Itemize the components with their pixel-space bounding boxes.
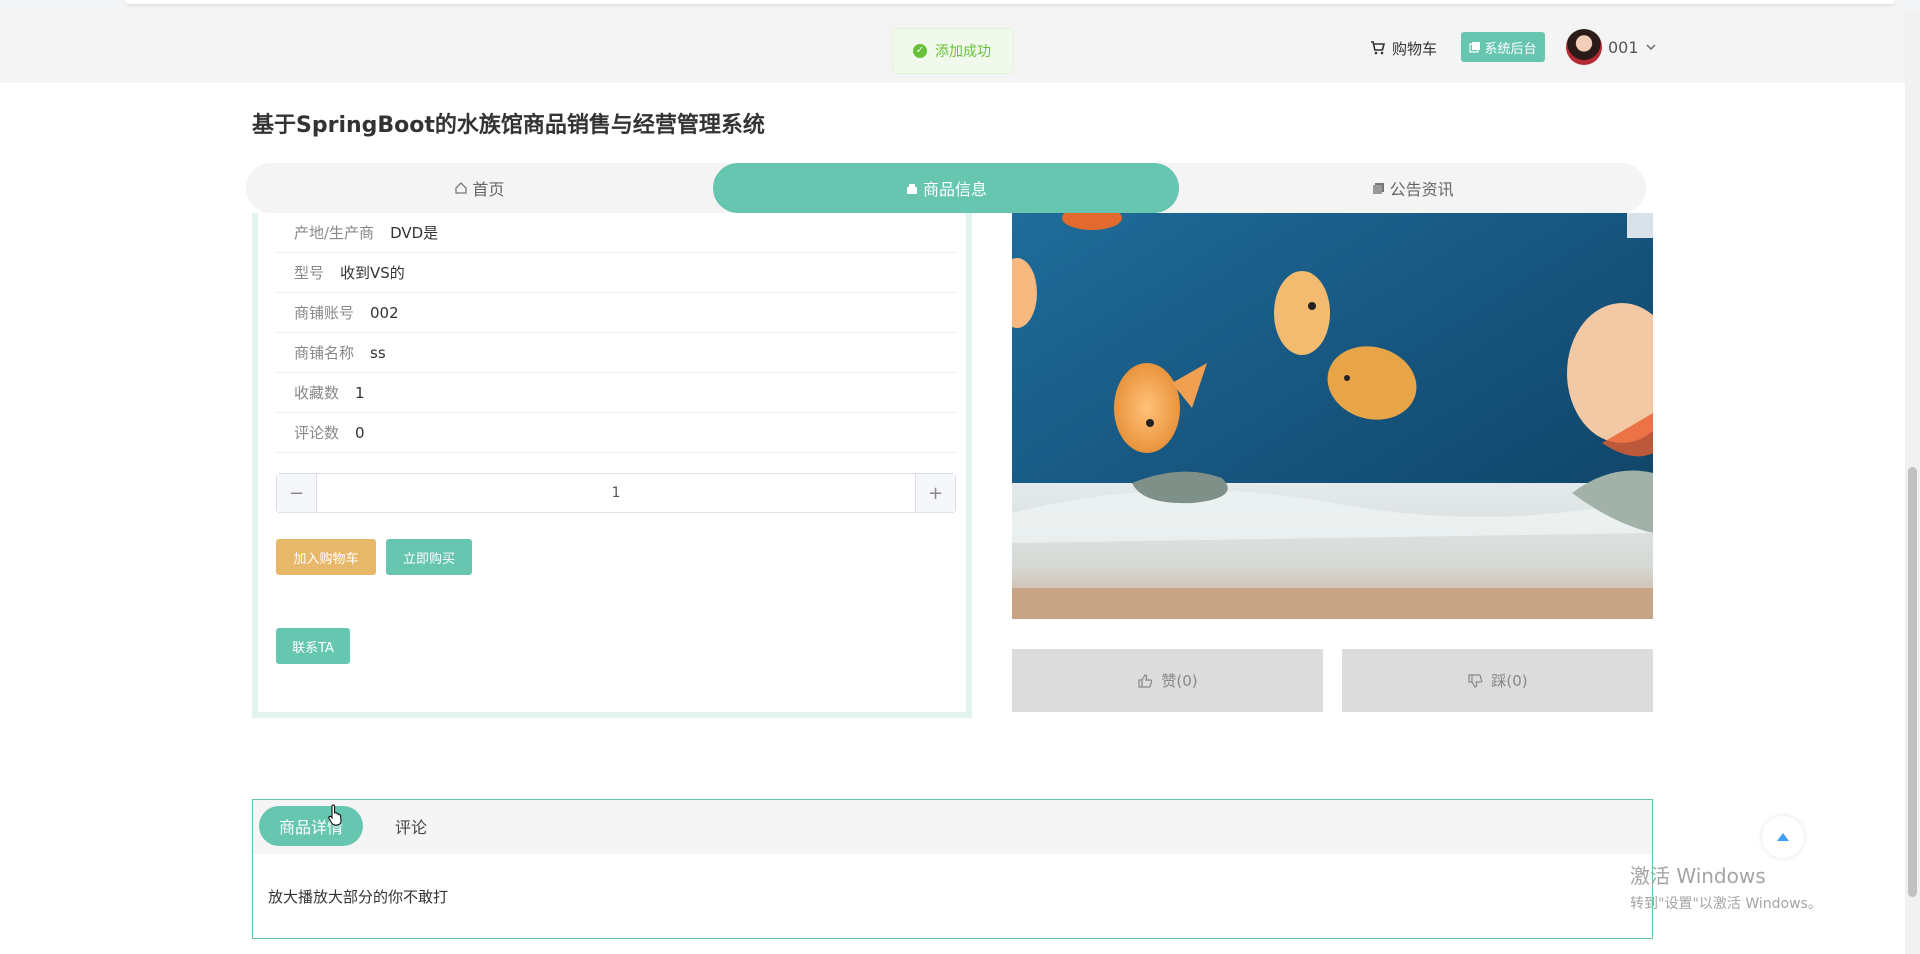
tab-comments[interactable]: 评论 (375, 806, 447, 846)
detail-tab-bar: 商品详情 评论 (253, 800, 1652, 854)
hand-cursor-icon (328, 804, 342, 826)
add-to-cart-button[interactable]: 加入购物车 (276, 539, 376, 575)
success-toast: ✓ 添加成功 (892, 28, 1013, 74)
watermark-title: 激活 Windows (1630, 864, 1766, 888)
info-row-comments: 评论数 0 (276, 413, 956, 453)
nav-item-home[interactable]: 首页 (246, 163, 713, 213)
like-button[interactable]: 赞(0) (1012, 649, 1323, 712)
product-info-panel: 产地/生产商 DVD是 型号 收到VS的 商铺账号 002 商铺名称 ss 收藏… (252, 213, 972, 718)
info-label: 评论数 (294, 424, 340, 442)
nav-label-home: 首页 (472, 180, 505, 199)
nav-item-products[interactable]: 商品信息 (712, 163, 1180, 213)
avatar (1566, 29, 1602, 65)
home-icon (455, 182, 467, 194)
aquarium-fish-image (1012, 213, 1653, 619)
copy-icon (1469, 42, 1481, 53)
top-edge-shadow (125, 0, 1895, 4)
cart-icon (1371, 41, 1386, 55)
news-icon (1372, 183, 1384, 194)
quantity-input[interactable]: 1 (317, 474, 915, 512)
info-value: 1 (355, 383, 365, 402)
username: 001 (1608, 37, 1639, 57)
info-value: ss (370, 343, 386, 362)
admin-backend-button[interactable]: 系统后台 (1461, 32, 1545, 62)
info-value: DVD是 (390, 224, 439, 242)
thumbs-down-icon (1468, 673, 1483, 688)
info-row-origin: 产地/生产商 DVD是 (276, 213, 956, 253)
nav-label-news: 公告资讯 (1389, 180, 1454, 199)
detail-tab-box: 商品详情 评论 放大播放大部分的你不敢打 (252, 799, 1653, 939)
dislike-count: 踩(0) (1491, 672, 1528, 690)
contact-seller-button[interactable]: 联系TA (276, 628, 350, 664)
info-label: 商铺账号 (294, 304, 355, 322)
cart-link[interactable]: 购物车 (1370, 36, 1437, 60)
chevron-down-icon (1646, 44, 1656, 50)
info-label: 产地/生产商 (294, 224, 375, 242)
back-to-top-button[interactable] (1762, 816, 1804, 858)
arrow-up-icon (1777, 833, 1789, 841)
page-title: 基于SpringBoot的水族馆商品销售与经营管理系统 (252, 113, 765, 138)
nav-item-news[interactable]: 公告资讯 (1179, 163, 1646, 213)
info-row-shop-name: 商铺名称 ss (276, 333, 956, 373)
info-label: 商铺名称 (294, 344, 355, 362)
browser-top-edge (0, 0, 1920, 12)
dislike-button[interactable]: 踩(0) (1342, 649, 1653, 712)
check-circle-icon: ✓ (913, 44, 927, 58)
windows-activation-watermark: 激活 Windows 转到"设置"以激活 Windows。 (1630, 860, 1822, 913)
decrease-button[interactable]: − (277, 474, 317, 512)
shop-icon (907, 184, 917, 194)
buy-now-button[interactable]: 立即购买 (386, 539, 472, 575)
user-menu[interactable]: 001 (1566, 27, 1657, 67)
product-image (1012, 213, 1653, 619)
tab-product-detail[interactable]: 商品详情 (259, 806, 363, 846)
quantity-stepper: − 1 + (276, 473, 956, 513)
info-value: 002 (370, 303, 399, 322)
info-row-shop-account: 商铺账号 002 (276, 293, 956, 333)
scrollbar-thumb[interactable] (1908, 467, 1917, 897)
admin-label: 系统后台 (1484, 41, 1537, 57)
nav-label-products: 商品信息 (923, 180, 988, 199)
like-count: 赞(0) (1161, 672, 1198, 690)
vertical-scrollbar[interactable] (1905, 12, 1920, 954)
info-label: 收藏数 (294, 384, 340, 402)
cart-label: 购物车 (1392, 39, 1438, 58)
info-row-model: 型号 收到VS的 (276, 253, 956, 293)
info-label: 型号 (294, 264, 325, 282)
main-nav: 首页 商品信息 公告资讯 (246, 163, 1646, 213)
increase-button[interactable]: + (915, 474, 955, 512)
thumbs-up-icon (1138, 673, 1153, 688)
info-value: 收到VS的 (340, 264, 405, 282)
info-value: 0 (355, 423, 365, 442)
toast-message: 添加成功 (935, 44, 991, 60)
watermark-subtitle: 转到"设置"以激活 Windows。 (1630, 896, 1822, 912)
product-detail-content: 放大播放大部分的你不敢打 (268, 888, 449, 906)
info-row-favorites: 收藏数 1 (276, 373, 956, 413)
